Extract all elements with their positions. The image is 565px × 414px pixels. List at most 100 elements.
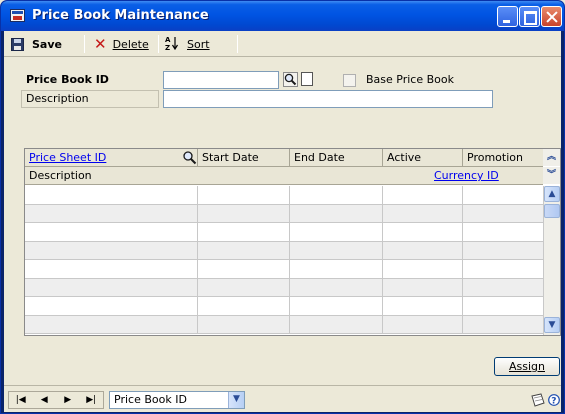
table-row[interactable]: [25, 315, 543, 334]
table-cell[interactable]: [463, 297, 543, 315]
table-row[interactable]: [25, 241, 543, 260]
table-cell[interactable]: [463, 279, 543, 297]
delete-label: Delete: [112, 37, 149, 51]
table-cell[interactable]: [198, 278, 290, 296]
table-cell[interactable]: [383, 204, 463, 222]
scrollbar-thumb[interactable]: [544, 204, 560, 218]
column-end-date: End Date: [290, 149, 383, 167]
table-row[interactable]: [25, 297, 543, 316]
table-cell[interactable]: [463, 316, 543, 334]
table-cell[interactable]: [383, 223, 463, 241]
chevron-down-icon[interactable]: ▼: [228, 392, 244, 408]
svg-text:?: ?: [551, 397, 556, 407]
column-price-sheet-id[interactable]: Price Sheet ID: [25, 149, 198, 167]
table-row[interactable]: [25, 204, 543, 223]
grid-vertical-scrollbar[interactable]: ▲ ▼: [543, 186, 560, 335]
status-bar: |◀ ◀ ▶ ▶| Price Book ID ▼ ?: [4, 385, 561, 412]
toolbar-separator: [237, 35, 238, 53]
save-label: Save: [32, 37, 62, 51]
table-cell[interactable]: [463, 242, 543, 260]
table-cell[interactable]: [198, 186, 290, 204]
table-cell[interactable]: [290, 204, 383, 222]
table-cell[interactable]: [463, 260, 543, 278]
table-cell[interactable]: [383, 297, 463, 315]
base-price-book-label: Base Price Book: [366, 73, 454, 86]
table-cell[interactable]: [25, 204, 198, 222]
table-cell[interactable]: [383, 241, 463, 259]
table-cell[interactable]: [25, 297, 198, 315]
column-start-date: Start Date: [198, 149, 290, 167]
table-cell[interactable]: [198, 260, 290, 278]
grid-header-row: Price Sheet ID Start Date End Date Activ…: [25, 149, 543, 167]
description-input[interactable]: [163, 90, 493, 108]
save-button[interactable]: Save: [11, 36, 62, 52]
table-cell[interactable]: [25, 315, 198, 333]
table-row[interactable]: [25, 223, 543, 242]
table-cell[interactable]: [25, 260, 198, 278]
table-cell[interactable]: [198, 297, 290, 315]
price-book-id-input[interactable]: [163, 71, 279, 89]
assign-button[interactable]: Assign: [494, 357, 560, 376]
close-button[interactable]: [541, 6, 562, 27]
table-cell[interactable]: [290, 260, 383, 278]
table-cell[interactable]: [198, 315, 290, 333]
price-sheet-id-header[interactable]: Price Sheet ID: [29, 151, 106, 164]
table-cell[interactable]: [290, 186, 383, 204]
app-window-icon: [10, 9, 25, 22]
column-promotion: Promotion: [467, 151, 523, 164]
previous-record-icon[interactable]: ◀: [33, 395, 57, 405]
sort-label: Sort: [187, 37, 210, 51]
magnifier-icon[interactable]: [283, 72, 298, 87]
table-cell[interactable]: [383, 278, 463, 296]
toolbar-separator: [158, 35, 159, 53]
magnifier-icon[interactable]: [182, 150, 197, 167]
table-row[interactable]: [25, 260, 543, 279]
table-cell[interactable]: [383, 315, 463, 333]
currency-id-header[interactable]: Currency ID: [434, 169, 499, 182]
svg-text:A: A: [165, 36, 171, 44]
next-record-icon[interactable]: ▶: [56, 395, 80, 405]
table-cell[interactable]: [290, 223, 383, 241]
svg-text:Z: Z: [165, 44, 170, 51]
table-cell[interactable]: [383, 186, 463, 204]
first-record-icon[interactable]: |◀: [9, 395, 33, 405]
scroll-up-icon[interactable]: ▲: [544, 186, 560, 202]
table-cell[interactable]: [198, 204, 290, 222]
table-cell[interactable]: [25, 186, 198, 204]
price-book-maintenance-window: Price Book Maintenance Save ✕ Delete A Z: [0, 0, 565, 414]
table-cell[interactable]: [290, 278, 383, 296]
toolbar: Save ✕ Delete A Z Sort: [4, 31, 561, 57]
new-document-icon[interactable]: [301, 72, 313, 86]
window-client-area: Save ✕ Delete A Z Sort Price Book ID Bas…: [4, 31, 561, 412]
scroll-down-icon[interactable]: ▼: [544, 317, 560, 333]
table-cell[interactable]: [25, 241, 198, 259]
table-cell[interactable]: [198, 241, 290, 259]
toolbar-separator: [84, 35, 85, 53]
table-cell[interactable]: [383, 260, 463, 278]
maximize-button[interactable]: [519, 6, 540, 27]
help-icon[interactable]: ?: [548, 393, 560, 407]
table-row[interactable]: [25, 186, 543, 205]
table-cell[interactable]: [290, 241, 383, 259]
table-cell[interactable]: [198, 223, 290, 241]
table-cell[interactable]: [25, 223, 198, 241]
note-icon[interactable]: [530, 393, 546, 407]
table-cell[interactable]: [290, 315, 383, 333]
delete-button[interactable]: ✕ Delete: [94, 36, 149, 52]
table-cell[interactable]: [463, 205, 543, 223]
column-description: Description: [29, 169, 92, 182]
table-cell[interactable]: [463, 223, 543, 241]
collapse-rows-icon[interactable]: ︽: [543, 149, 560, 166]
table-cell[interactable]: [463, 186, 543, 204]
table-cell[interactable]: [25, 278, 198, 296]
price-book-id-label: Price Book ID: [21, 71, 159, 89]
browse-by-select[interactable]: Price Book ID ▼: [109, 391, 245, 409]
last-record-icon[interactable]: ▶|: [80, 395, 104, 405]
column-currency-id[interactable]: Currency ID: [430, 167, 543, 185]
table-row[interactable]: [25, 278, 543, 297]
minimize-button[interactable]: [497, 6, 518, 27]
base-price-book-checkbox[interactable]: [343, 74, 356, 87]
expand-rows-icon[interactable]: ︾: [543, 167, 560, 184]
sort-button[interactable]: A Z Sort: [165, 36, 210, 52]
table-cell[interactable]: [290, 297, 383, 315]
